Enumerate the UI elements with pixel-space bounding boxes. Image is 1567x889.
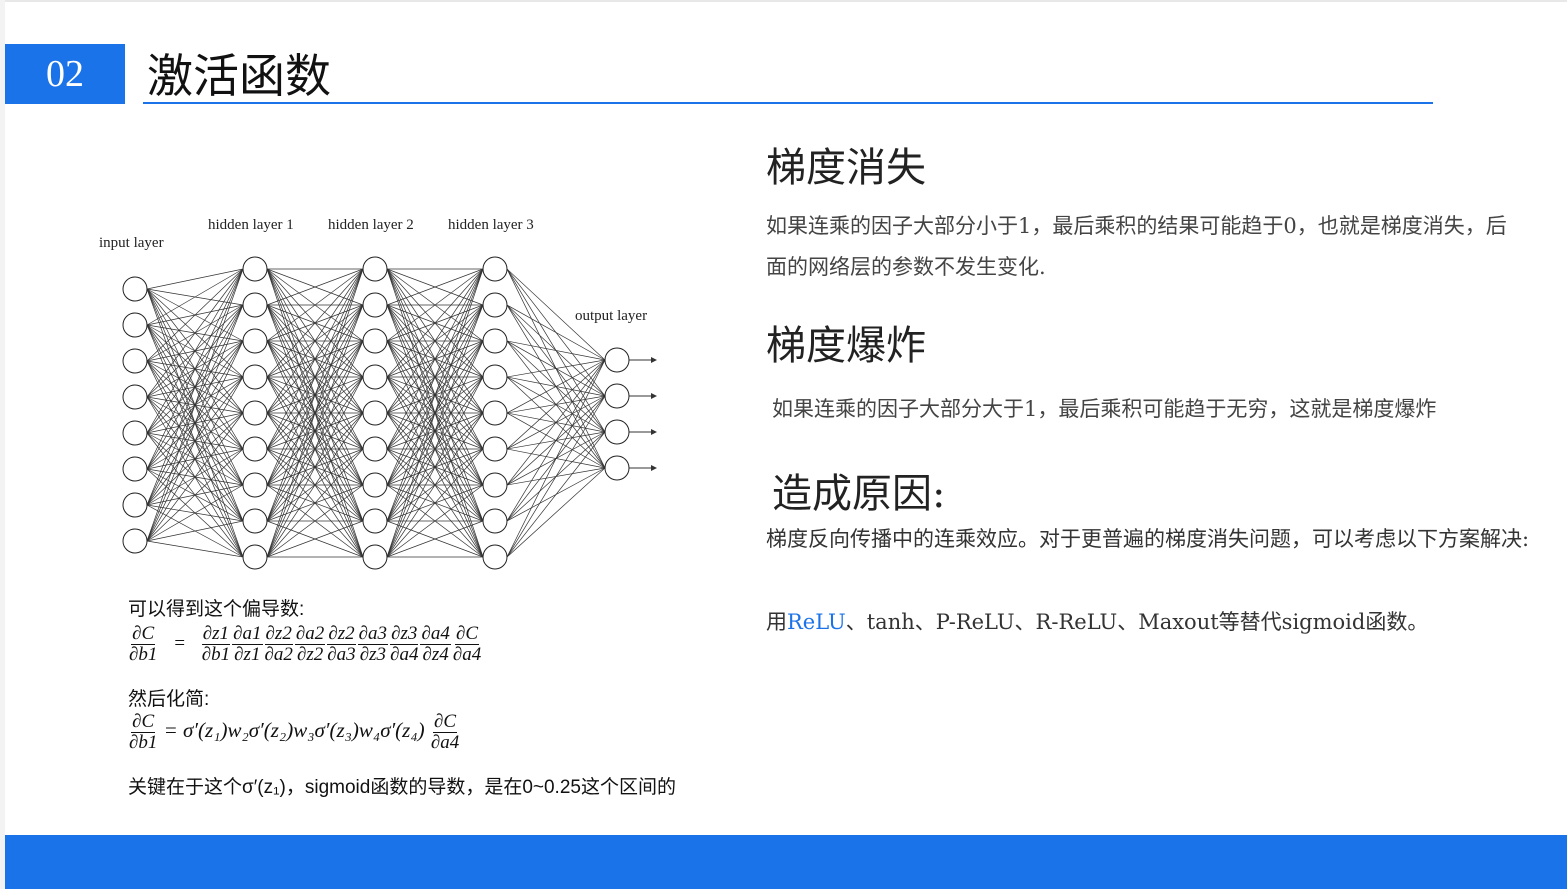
chain-term-6: ∂a3 ∂z3	[357, 623, 389, 665]
hidden3-neuron	[482, 364, 508, 390]
connection	[506, 467, 606, 558]
hidden1-neuron	[242, 472, 268, 498]
output-arrowhead	[651, 393, 657, 399]
connection	[146, 268, 244, 290]
relu-link[interactable]: ReLU	[787, 610, 846, 634]
hidden2-neuron	[362, 472, 388, 498]
hidden1-neuron	[242, 436, 268, 462]
hidden1-neuron	[242, 364, 268, 390]
chain-terms: ∂z1 ∂b1 ∂a1 ∂z1 ∂z2 ∂a2 ∂a2 ∂z2 ∂z2 ∂a3 ∂a3 ∂z3 ∂z3 ∂…	[201, 624, 483, 665]
input-neuron	[122, 348, 148, 374]
chain-term-2: ∂a1 ∂z1	[232, 623, 263, 665]
hidden2-neuron	[362, 544, 388, 570]
connection	[506, 431, 606, 558]
exploding-gradient-text: 如果连乘的因子大部分大于1，最后乘积可能趋于无穷，这就是梯度爆炸	[772, 397, 1437, 421]
connection	[506, 395, 606, 558]
hidden-layer-3-label: hidden layer 3	[448, 217, 534, 233]
cause-text: 梯度反向传播中的连乘效应。对于更普遍的梯度消失问题，可以考虑以下方案解决:	[766, 527, 1530, 551]
hidden2-neuron	[362, 436, 388, 462]
connection	[506, 340, 606, 361]
hidden2-neuron	[362, 292, 388, 318]
output-neuron	[604, 419, 630, 445]
connection	[506, 359, 606, 486]
input-neuron	[122, 276, 148, 302]
input-neuron	[122, 492, 148, 518]
hidden1-neuron	[242, 256, 268, 282]
page-title: 激活函数	[147, 49, 331, 103]
output-arrowhead	[651, 357, 657, 363]
connection	[146, 304, 244, 542]
simplified-tail-fraction: ∂C ∂a4	[430, 711, 460, 753]
vanishing-gradient-text: 如果连乘的因子大部分小于1，最后乘积的结果可能趋于0，也就是梯度消失，后面的网络…	[766, 214, 1507, 279]
hidden-layer-1-label: hidden layer 1	[208, 217, 294, 233]
input-neuron	[122, 312, 148, 338]
input-neuron	[122, 420, 148, 446]
chain-rule-formula: ∂C ∂b1 = ∂z1 ∂b1 ∂a1 ∂z1 ∂z2 ∂a2 ∂a2 ∂z2 ∂z2 ∂a3 ∂…	[129, 623, 483, 665]
connection	[146, 268, 244, 506]
hidden3-neuron	[482, 328, 508, 354]
simplified-lhs-fraction: ∂C ∂b1	[129, 711, 158, 753]
hidden2-neuron	[362, 508, 388, 534]
vanishing-gradient-heading: 梯度消失	[766, 145, 926, 191]
input-neuron	[122, 456, 148, 482]
connection	[146, 268, 244, 434]
solution-text: 用ReLU、tanh、P-ReLU、R-ReLU、Maxout等替代sigmoi…	[766, 610, 1429, 634]
connection	[506, 359, 606, 450]
title-underline	[143, 102, 1433, 104]
hidden3-neuron	[482, 436, 508, 462]
chain-term-9: ∂C ∂a4	[452, 623, 482, 665]
hidden3-neuron	[482, 544, 508, 570]
input-layer-label: input layer	[99, 235, 164, 251]
connection	[506, 359, 606, 522]
cause-heading: 造成原因:	[772, 471, 946, 517]
input-neuron	[122, 528, 148, 554]
chain-term-7: ∂z3 ∂a4	[390, 623, 419, 665]
chain-term-3: ∂z2 ∂a2	[264, 623, 293, 665]
connection	[146, 268, 244, 362]
section-number: 02	[5, 44, 125, 104]
hidden1-neuron	[242, 292, 268, 318]
input-neuron	[122, 384, 148, 410]
chain-term-4: ∂a2 ∂z2	[294, 623, 326, 665]
output-neuron	[604, 383, 630, 409]
hidden3-neuron	[482, 256, 508, 282]
connection	[506, 359, 606, 378]
hidden3-neuron	[482, 472, 508, 498]
chain-term-5: ∂z2 ∂a3	[327, 623, 356, 665]
hidden1-neuron	[242, 328, 268, 354]
left-border	[0, 0, 5, 889]
hidden2-neuron	[362, 256, 388, 282]
key-note: 关键在于这个σ′(z₁)，sigmoid函数的导数，是在0~0.25这个区间的	[128, 777, 676, 798]
chain-term-8: ∂a4 ∂z4	[420, 623, 451, 665]
hidden2-neuron	[362, 400, 388, 426]
output-arrowhead	[651, 465, 657, 471]
neural-network-diagram: input layer hidden layer 1 hidden layer …	[99, 217, 657, 570]
hidden1-neuron	[242, 544, 268, 570]
connection	[506, 359, 606, 558]
hidden3-neuron	[482, 292, 508, 318]
output-layer-label: output layer	[575, 308, 647, 324]
exploding-gradient-heading: 梯度爆炸	[766, 323, 926, 369]
hidden2-neuron	[362, 364, 388, 390]
hidden1-neuron	[242, 508, 268, 534]
derivative-label: 可以得到这个偏导数:	[128, 599, 305, 620]
lhs-fraction: ∂C ∂b1	[129, 623, 158, 665]
simplify-label: 然后化简:	[128, 689, 210, 710]
top-border	[0, 0, 1567, 2]
hidden3-neuron	[482, 508, 508, 534]
hidden1-neuron	[242, 400, 268, 426]
hidden3-neuron	[482, 400, 508, 426]
output-neuron	[604, 455, 630, 481]
simplified-rhs: = σ′(z₁)w₂σ′(z₂)w₃σ′(z₃)w₄σ′(z₄)	[163, 718, 425, 743]
hidden-layer-2-label: hidden layer 2	[328, 217, 414, 233]
footer-bar	[5, 835, 1567, 889]
chain-term-1: ∂z1 ∂b1	[201, 623, 231, 665]
output-arrowhead	[651, 429, 657, 435]
simplified-formula: ∂C ∂b1 = σ′(z₁)w₂σ′(z₂)w₃σ′(z₃)w₄σ′(z₄) …	[128, 712, 460, 753]
output-neuron	[604, 347, 630, 373]
hidden2-neuron	[362, 328, 388, 354]
